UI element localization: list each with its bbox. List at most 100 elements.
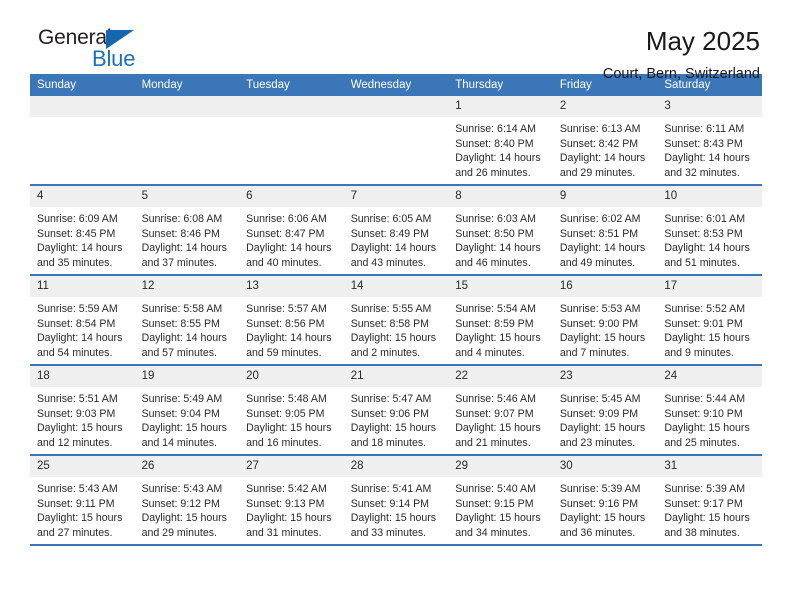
day-cell[interactable]: 4 Sunrise: 6:09 AM Sunset: 8:45 PM Daylight… — [30, 185, 135, 276]
sun-info-line: Sunrise: 5:53 AM — [559, 303, 641, 315]
day-sun-info: Sunrise: 5:55 AM Sunset: 8:58 PM Daylight:… — [344, 297, 449, 360]
sun-info-line: Sunrise: 5:42 AM — [246, 483, 327, 495]
day-number — [239, 96, 344, 117]
day-sun-info — [239, 117, 344, 122]
sun-info-line: Daylight: 15 hours — [559, 332, 646, 345]
day-cell[interactable]: 1 Sunrise: 6:14 AM Sunset: 8:40 PM Daylight… — [448, 96, 553, 186]
weekday-header-wednesday: Wednesday — [343, 74, 449, 96]
day-cell[interactable]: 16 Sunrise: 5:53 AM Sunset: 9:00 PM Dayligh… — [552, 275, 658, 366]
sun-info-line: and 33 minutes. — [350, 526, 427, 539]
day-cell[interactable]: 25 Sunrise: 5:43 AM Sunset: 9:11 PM Dayligh… — [30, 455, 135, 546]
sun-info-line: Sunrise: 5:43 AM — [37, 483, 118, 495]
day-cell[interactable]: 22 Sunrise: 5:46 AM Sunset: 9:07 PM Dayligh… — [448, 365, 553, 456]
day-cell[interactable]: 9 Sunrise: 6:02 AM Sunset: 8:51 PM Daylight… — [552, 185, 658, 276]
day-sun-info: Sunrise: 6:06 AM Sunset: 8:47 PM Daylight:… — [239, 207, 344, 270]
day-cell[interactable]: 31 Sunrise: 5:39 AM Sunset: 9:17 PM Dayligh… — [657, 455, 762, 546]
day-number: 20 — [239, 366, 344, 387]
sun-info-line: Sunset: 8:47 PM — [246, 227, 325, 240]
sun-info-line: Sunrise: 6:03 AM — [455, 213, 536, 225]
sun-info-line: Daylight: 14 hours — [246, 242, 332, 255]
sun-info-line: and 57 minutes. — [141, 346, 217, 359]
day-cell[interactable]: 8 Sunrise: 6:03 AM Sunset: 8:50 PM Daylight… — [448, 185, 553, 276]
day-cell-content: 12 Sunrise: 5:58 AM Sunset: 8:55 PM Dayligh… — [134, 276, 240, 364]
day-number: 14 — [343, 276, 449, 297]
day-cell[interactable]: 19 Sunrise: 5:49 AM Sunset: 9:04 PM Dayligh… — [134, 365, 240, 456]
day-number — [30, 96, 135, 117]
day-sun-info: Sunrise: 5:57 AM Sunset: 8:56 PM Daylight:… — [239, 297, 344, 360]
calendar-body: 1 Sunrise: 6:14 AM Sunset: 8:40 PM Daylight… — [30, 96, 762, 546]
day-cell[interactable]: 14 Sunrise: 5:55 AM Sunset: 8:58 PM Dayligh… — [343, 275, 449, 366]
day-number: 3 — [657, 96, 762, 117]
day-cell[interactable]: 21 Sunrise: 5:47 AM Sunset: 9:06 PM Dayligh… — [343, 365, 449, 456]
day-number: 9 — [552, 186, 658, 207]
day-cell-content: 9 Sunrise: 6:02 AM Sunset: 8:51 PM Daylight… — [552, 186, 658, 274]
day-cell[interactable]: 11 Sunrise: 5:59 AM Sunset: 8:54 PM Dayligh… — [30, 275, 135, 366]
day-cell-content: 31 Sunrise: 5:39 AM Sunset: 9:17 PM Dayligh… — [657, 456, 762, 544]
day-cell[interactable]: 5 Sunrise: 6:08 AM Sunset: 8:46 PM Daylight… — [134, 185, 240, 276]
day-cell[interactable]: 15 Sunrise: 5:54 AM Sunset: 8:59 PM Dayligh… — [448, 275, 553, 366]
empty-day-cell — [239, 96, 344, 186]
day-cell-content: 19 Sunrise: 5:49 AM Sunset: 9:04 PM Dayligh… — [134, 366, 240, 454]
sun-info-line: and 54 minutes. — [37, 346, 113, 359]
day-cell[interactable]: 26 Sunrise: 5:43 AM Sunset: 9:12 PM Dayligh… — [134, 455, 240, 546]
day-number: 10 — [657, 186, 762, 207]
sun-info-line: Daylight: 14 hours — [141, 332, 227, 345]
day-cell[interactable]: 2 Sunrise: 6:13 AM Sunset: 8:42 PM Daylight… — [552, 96, 658, 186]
sun-info-line: and 4 minutes. — [455, 346, 525, 359]
sun-info-line: Sunrise: 5:51 AM — [37, 393, 118, 405]
day-cell[interactable]: 23 Sunrise: 5:45 AM Sunset: 9:09 PM Dayligh… — [552, 365, 658, 456]
day-number: 16 — [552, 276, 658, 297]
sun-info-line: Sunrise: 5:59 AM — [37, 303, 118, 315]
day-cell[interactable]: 30 Sunrise: 5:39 AM Sunset: 9:16 PM Dayligh… — [552, 455, 658, 546]
sun-info-line: Sunrise: 6:14 AM — [455, 123, 536, 135]
day-number — [134, 96, 240, 117]
day-cell[interactable]: 28 Sunrise: 5:41 AM Sunset: 9:14 PM Dayligh… — [343, 455, 449, 546]
day-number: 27 — [239, 456, 344, 477]
sun-info-line: Daylight: 14 hours — [246, 332, 332, 345]
sun-info-line: Sunrise: 5:39 AM — [664, 483, 746, 495]
day-cell[interactable]: 7 Sunrise: 6:05 AM Sunset: 8:49 PM Daylight… — [343, 185, 449, 276]
general-blue-logo: General Blue — [30, 26, 160, 74]
day-cell[interactable]: 6 Sunrise: 6:06 AM Sunset: 8:47 PM Daylight… — [239, 185, 344, 276]
sun-info-line: and 2 minutes. — [350, 346, 421, 359]
day-cell[interactable]: 10 Sunrise: 6:01 AM Sunset: 8:53 PM Dayligh… — [657, 185, 762, 276]
day-cell-content: 18 Sunrise: 5:51 AM Sunset: 9:03 PM Dayligh… — [30, 366, 135, 454]
sun-info-line: Sunset: 9:11 PM — [37, 497, 115, 510]
day-cell[interactable]: 29 Sunrise: 5:40 AM Sunset: 9:15 PM Dayligh… — [448, 455, 553, 546]
sun-info-line: Sunset: 8:54 PM — [37, 317, 116, 330]
sun-info-line: Daylight: 15 hours — [37, 422, 123, 435]
sun-info-line: Sunrise: 5:48 AM — [246, 393, 327, 405]
day-cell[interactable]: 24 Sunrise: 5:44 AM Sunset: 9:10 PM Dayligh… — [657, 365, 762, 456]
day-sun-info: Sunrise: 5:46 AM Sunset: 9:07 PM Daylight:… — [448, 387, 553, 450]
day-cell-content: 11 Sunrise: 5:59 AM Sunset: 8:54 PM Dayligh… — [30, 276, 135, 364]
day-cell[interactable]: 13 Sunrise: 5:57 AM Sunset: 8:56 PM Dayligh… — [239, 275, 344, 366]
sun-info-line: Daylight: 15 hours — [664, 512, 750, 525]
day-cell[interactable]: 27 Sunrise: 5:42 AM Sunset: 9:13 PM Dayligh… — [239, 455, 344, 546]
day-cell[interactable]: 3 Sunrise: 6:11 AM Sunset: 8:43 PM Daylight… — [657, 96, 762, 186]
sun-info-line: Daylight: 14 hours — [37, 242, 123, 255]
day-sun-info: Sunrise: 5:51 AM Sunset: 9:03 PM Daylight:… — [30, 387, 135, 450]
day-cell-content: 15 Sunrise: 5:54 AM Sunset: 8:59 PM Dayligh… — [448, 276, 553, 364]
day-cell[interactable]: 20 Sunrise: 5:48 AM Sunset: 9:05 PM Dayligh… — [239, 365, 344, 456]
sun-info-line: and 14 minutes. — [141, 436, 217, 449]
sun-info-line: and 59 minutes. — [246, 346, 322, 359]
sun-info-line: Sunset: 8:50 PM — [455, 227, 534, 240]
day-cell-content: 1 Sunrise: 6:14 AM Sunset: 8:40 PM Daylight… — [448, 96, 553, 184]
day-cell[interactable]: 12 Sunrise: 5:58 AM Sunset: 8:55 PM Dayligh… — [134, 275, 240, 366]
sun-info-line: Daylight: 14 hours — [455, 242, 541, 255]
day-sun-info — [135, 117, 240, 122]
day-cell-content — [30, 96, 135, 184]
sun-info-line: Daylight: 15 hours — [246, 512, 332, 525]
day-sun-info — [344, 117, 449, 122]
sun-info-line: Sunset: 8:49 PM — [350, 227, 430, 240]
day-cell[interactable]: 18 Sunrise: 5:51 AM Sunset: 9:03 PM Dayligh… — [30, 365, 135, 456]
sun-info-line: Sunrise: 6:09 AM — [37, 213, 118, 225]
day-cell[interactable]: 17 Sunrise: 5:52 AM Sunset: 9:01 PM Dayligh… — [657, 275, 762, 366]
day-number: 17 — [657, 276, 762, 297]
sun-info-line: Sunrise: 6:13 AM — [559, 123, 641, 135]
day-sun-info: Sunrise: 5:39 AM Sunset: 9:16 PM Daylight:… — [553, 477, 658, 540]
day-sun-info: Sunrise: 5:53 AM Sunset: 9:00 PM Daylight:… — [553, 297, 658, 360]
day-sun-info: Sunrise: 5:52 AM Sunset: 9:01 PM Daylight:… — [657, 297, 762, 360]
sun-info-line: Daylight: 14 hours — [559, 242, 646, 255]
sun-info-line: Sunset: 8:42 PM — [559, 137, 639, 150]
